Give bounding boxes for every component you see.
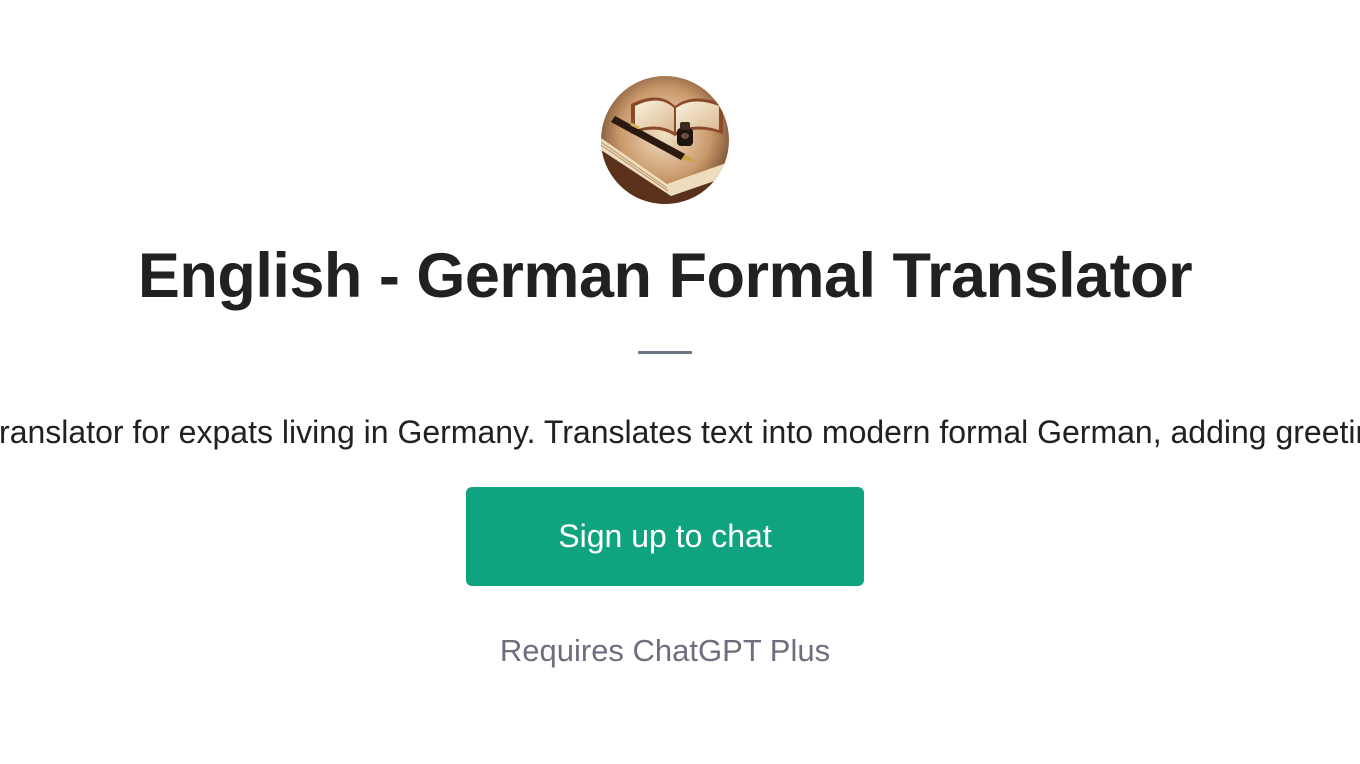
plan-requirement-text: Requires ChatGPT Plus (499, 633, 831, 668)
sign-up-to-chat-button[interactable]: Sign up to chat (466, 487, 864, 586)
gpt-description: Formal German translator for expats livi… (0, 414, 1360, 450)
gpt-landing-page: English - German Formal Translator Forma… (0, 0, 1360, 764)
